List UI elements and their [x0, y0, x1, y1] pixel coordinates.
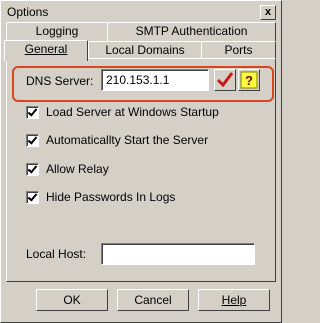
local-host-input[interactable]	[101, 243, 255, 265]
local-host-label: Local Host:	[26, 247, 87, 261]
ok-label: OK	[63, 293, 81, 307]
question-icon: ?	[240, 71, 258, 89]
cancel-button[interactable]: Cancel	[117, 289, 189, 311]
auto-start-label: Automaticallty Start the Server	[46, 133, 209, 147]
dns-help-button[interactable]: ?	[238, 69, 260, 91]
allow-relay-label: Allow Relay	[46, 162, 109, 176]
tab-ports-label: Ports	[224, 43, 253, 57]
load-startup-checkbox[interactable]	[26, 106, 39, 119]
checkmark-icon	[216, 72, 234, 88]
window-title: Options	[7, 5, 49, 19]
allow-relay-checkbox[interactable]	[26, 163, 39, 176]
verify-button[interactable]	[214, 69, 236, 91]
tab-logging[interactable]: Logging	[6, 22, 108, 41]
hide-passwords-checkbox[interactable]	[26, 191, 39, 204]
cancel-label: Cancel	[134, 293, 172, 307]
help-label: Help	[221, 293, 247, 307]
tab-logging-label: Logging	[35, 24, 79, 38]
ok-button[interactable]: OK	[36, 289, 108, 311]
tab-general[interactable]: General	[4, 40, 88, 61]
close-button[interactable]: x	[260, 5, 276, 20]
tab-local-domains-label: Local Domains	[105, 43, 185, 57]
load-startup-label: Load Server at Windows Startup	[46, 105, 219, 119]
auto-start-checkbox[interactable]	[26, 134, 39, 147]
tab-smtp-authentication-label: SMTP Authentication	[135, 24, 248, 38]
title-bar: Options x	[3, 3, 279, 21]
tab-smtp-authentication[interactable]: SMTP Authentication	[107, 22, 276, 41]
dns-server-value: 210.153.1.1	[106, 73, 170, 87]
dns-server-input[interactable]: 210.153.1.1	[101, 69, 209, 91]
dns-server-label: DNS Server:	[26, 74, 94, 88]
svg-text:?: ?	[245, 73, 253, 88]
hide-passwords-label: Hide Passwords In Logs	[46, 190, 176, 204]
tab-general-label: General	[24, 42, 68, 56]
help-button[interactable]: Help	[198, 289, 270, 311]
